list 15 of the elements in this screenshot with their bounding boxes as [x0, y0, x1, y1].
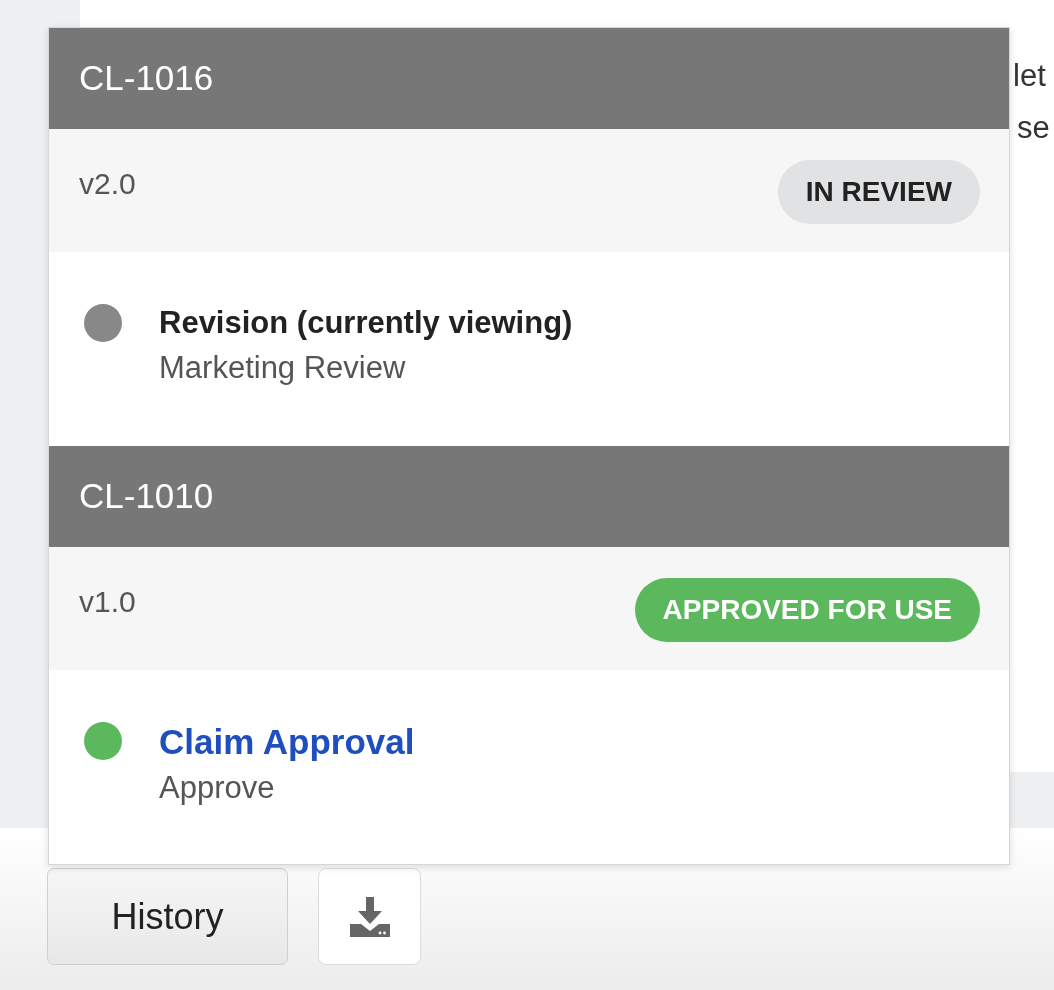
background-text: let	[1013, 57, 1046, 95]
version-label: v1.0	[79, 584, 136, 620]
background-text: se	[1017, 109, 1050, 147]
step-link[interactable]: Claim Approval	[159, 721, 415, 763]
status-badge: APPROVED FOR USE	[634, 578, 980, 642]
change-id: CL-1010	[79, 475, 214, 518]
step-subtitle: Approve	[159, 769, 275, 807]
download-button[interactable]	[318, 868, 421, 965]
version-label: v2.0	[79, 166, 136, 202]
step-subtitle: Marketing Review	[159, 349, 406, 387]
download-icon	[349, 896, 390, 937]
status-badge: IN REVIEW	[777, 160, 980, 224]
change-id: CL-1016	[79, 57, 214, 100]
step-title: Revision (currently viewing)	[159, 304, 573, 342]
history-button[interactable]: History	[47, 868, 288, 965]
